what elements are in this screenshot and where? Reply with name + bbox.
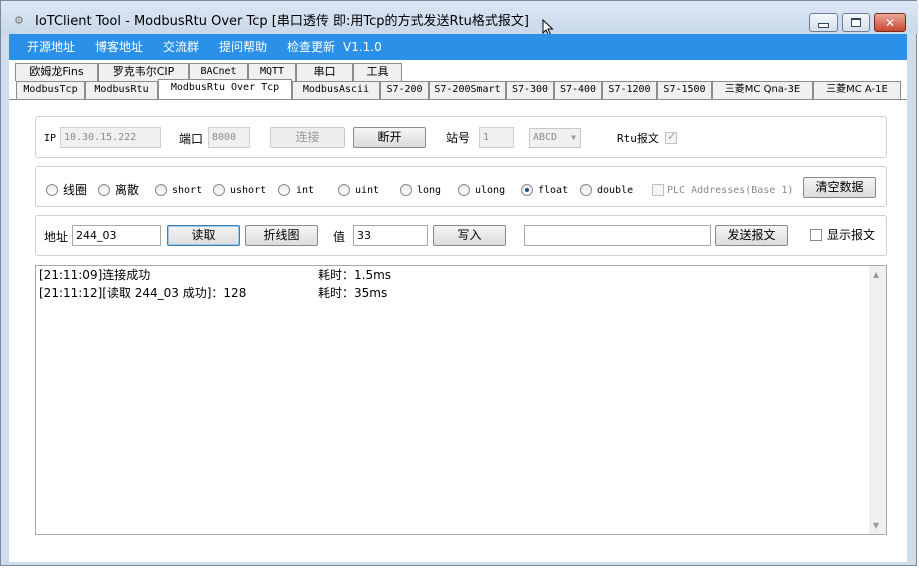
tab-panel-modbus-rtu-over-tcp: IP 10.30.15.222 端口 8000 连接 断开 站号 1 ABCD … <box>9 99 907 562</box>
tab-s7-1200[interactable]: S7-1200 <box>602 81 657 99</box>
ip-input[interactable]: 10.30.15.222 <box>60 127 161 148</box>
line-chart-button[interactable]: 折线图 <box>245 225 318 246</box>
value-input[interactable]: 33 <box>353 225 428 246</box>
radio-uint-label: uint <box>355 185 380 196</box>
menu-chat-group[interactable]: 交流群 <box>163 40 199 54</box>
read-button[interactable]: 读取 <box>167 225 240 246</box>
maximize-button[interactable] <box>842 13 870 32</box>
client-area: 开源地址 博客地址 交流群 提问帮助 检查更新 V1.1.0 欧姆龙Fins 罗… <box>9 34 907 562</box>
menu-version[interactable]: V1.1.0 <box>343 40 382 54</box>
close-icon: ✕ <box>884 15 896 30</box>
tab-s7-200smart[interactable]: S7-200Smart <box>429 81 506 99</box>
byte-order-value: ABCD <box>533 132 558 143</box>
tab-modbus-rtu-over-tcp[interactable]: ModbusRtu Over Tcp <box>158 79 292 99</box>
radio-long-label: long <box>417 185 442 196</box>
tab-s7-200[interactable]: S7-200 <box>380 81 429 99</box>
radio-discrete-label: 离散 <box>115 183 140 197</box>
radio-float[interactable] <box>521 184 533 196</box>
log-output[interactable]: [21:11:09]连接成功 耗时：1.5ms [21:11:12][读取 24… <box>35 265 887 535</box>
plc-addresses-label: PLC Addresses(Base 1) <box>667 185 794 196</box>
connect-button[interactable]: 连接 <box>270 127 345 148</box>
disconnect-button[interactable]: 断开 <box>353 127 426 148</box>
port-label: 端口 <box>179 132 204 146</box>
tab-serial[interactable]: 串口 <box>296 63 353 81</box>
maximize-icon <box>851 18 861 27</box>
menu-open-source[interactable]: 开源地址 <box>27 40 75 54</box>
tab-row-protocols-1: 欧姆龙Fins 罗克韦尔CIP BACnet MQTT 串口 工具 <box>9 63 907 81</box>
tab-modbus-tcp[interactable]: ModbusTcp <box>16 81 85 99</box>
write-button[interactable]: 写入 <box>433 225 506 246</box>
show-packet-checkbox[interactable] <box>810 229 822 241</box>
station-input[interactable]: 1 <box>479 127 514 148</box>
tab-row-protocols-2: ModbusTcp ModbusRtu ModbusRtu Over Tcp M… <box>9 79 907 99</box>
show-packet-label: 显示报文 <box>827 228 876 242</box>
radio-discrete[interactable] <box>98 184 110 196</box>
radio-float-label: float <box>538 185 569 196</box>
radio-ulong[interactable] <box>458 184 470 196</box>
radio-double[interactable] <box>580 184 592 196</box>
address-input[interactable]: 244_03 <box>72 225 161 246</box>
radio-uint[interactable] <box>338 184 350 196</box>
menu-blog[interactable]: 博客地址 <box>95 40 143 54</box>
log-line-elapsed: 耗时：1.5ms <box>318 268 392 282</box>
radio-short[interactable] <box>155 184 167 196</box>
minimize-icon <box>818 23 829 28</box>
operation-group: 地址 244_03 读取 折线图 值 33 写入 发送报文 显示报文 <box>35 215 887 256</box>
plc-addresses-checkbox[interactable] <box>652 184 664 196</box>
station-label: 站号 <box>446 131 471 145</box>
app-icon: ⚙ <box>14 14 24 27</box>
menu-help[interactable]: 提问帮助 <box>219 40 267 54</box>
radio-ushort[interactable] <box>213 184 225 196</box>
menu-bar: 开源地址 博客地址 交流群 提问帮助 检查更新 V1.1.0 <box>9 34 907 60</box>
radio-coil-label: 线圈 <box>63 183 88 197</box>
address-label: 地址 <box>44 230 69 244</box>
radio-int[interactable] <box>278 184 290 196</box>
data-type-group: 线圈 离散 short ushort int uint long ulong f… <box>35 166 887 207</box>
port-input[interactable]: 8000 <box>208 127 250 148</box>
menu-check-update[interactable]: 检查更新 <box>287 40 335 54</box>
chevron-down-icon: ▼ <box>571 133 576 142</box>
log-line-message: [21:11:12][读取 244_03 成功]：128 <box>39 286 247 300</box>
log-line-elapsed: 耗时：35ms <box>318 286 388 300</box>
radio-ushort-label: ushort <box>230 185 267 196</box>
tab-s7-1500[interactable]: S7-1500 <box>657 81 712 99</box>
tab-omron-fins[interactable]: 欧姆龙Fins <box>15 63 98 81</box>
ip-label: IP <box>44 133 57 144</box>
value-label: 值 <box>333 230 346 244</box>
tab-mitsubishi-qna-3e[interactable]: 三菱MC Qna-3E <box>712 81 813 99</box>
minimize-button[interactable] <box>809 13 838 32</box>
byte-order-select[interactable]: ABCD ▼ <box>529 128 581 148</box>
title-bar[interactable]: ⚙ IoTClient Tool - ModbusRtu Over Tcp [串… <box>1 1 918 37</box>
close-button[interactable]: ✕ <box>874 13 906 32</box>
packet-input[interactable] <box>524 225 711 246</box>
tab-modbus-rtu[interactable]: ModbusRtu <box>85 81 158 99</box>
radio-int-label: int <box>296 185 315 196</box>
scroll-up-icon[interactable]: ▲ <box>873 270 879 279</box>
scroll-down-icon[interactable]: ▼ <box>873 521 879 530</box>
log-scrollbar[interactable]: ▲ ▼ <box>869 266 886 534</box>
radio-coil[interactable] <box>46 184 58 196</box>
radio-long[interactable] <box>400 184 412 196</box>
tab-s7-300[interactable]: S7-300 <box>506 81 554 99</box>
rtu-label: Rtu报文 <box>617 132 659 145</box>
rtu-checkbox[interactable]: ✓ <box>665 130 677 144</box>
log-line-message: [21:11:09]连接成功 <box>39 268 151 282</box>
radio-double-label: double <box>597 185 634 196</box>
checkmark-icon: ✓ <box>667 130 677 143</box>
connection-group: IP 10.30.15.222 端口 8000 连接 断开 站号 1 ABCD … <box>35 116 887 158</box>
tab-tools[interactable]: 工具 <box>353 63 402 81</box>
radio-ulong-label: ulong <box>475 185 506 196</box>
tab-mitsubishi-a-1e[interactable]: 三菱MC A-1E <box>813 81 901 99</box>
radio-short-label: short <box>172 185 203 196</box>
tab-modbus-ascii[interactable]: ModbusAscii <box>292 81 380 99</box>
tab-s7-400[interactable]: S7-400 <box>554 81 602 99</box>
send-packet-button[interactable]: 发送报文 <box>715 225 788 246</box>
window-title: IoTClient Tool - ModbusRtu Over Tcp [串口透… <box>35 14 529 29</box>
app-window: ⚙ IoTClient Tool - ModbusRtu Over Tcp [串… <box>0 0 918 566</box>
clear-data-button[interactable]: 清空数据 <box>803 177 876 198</box>
